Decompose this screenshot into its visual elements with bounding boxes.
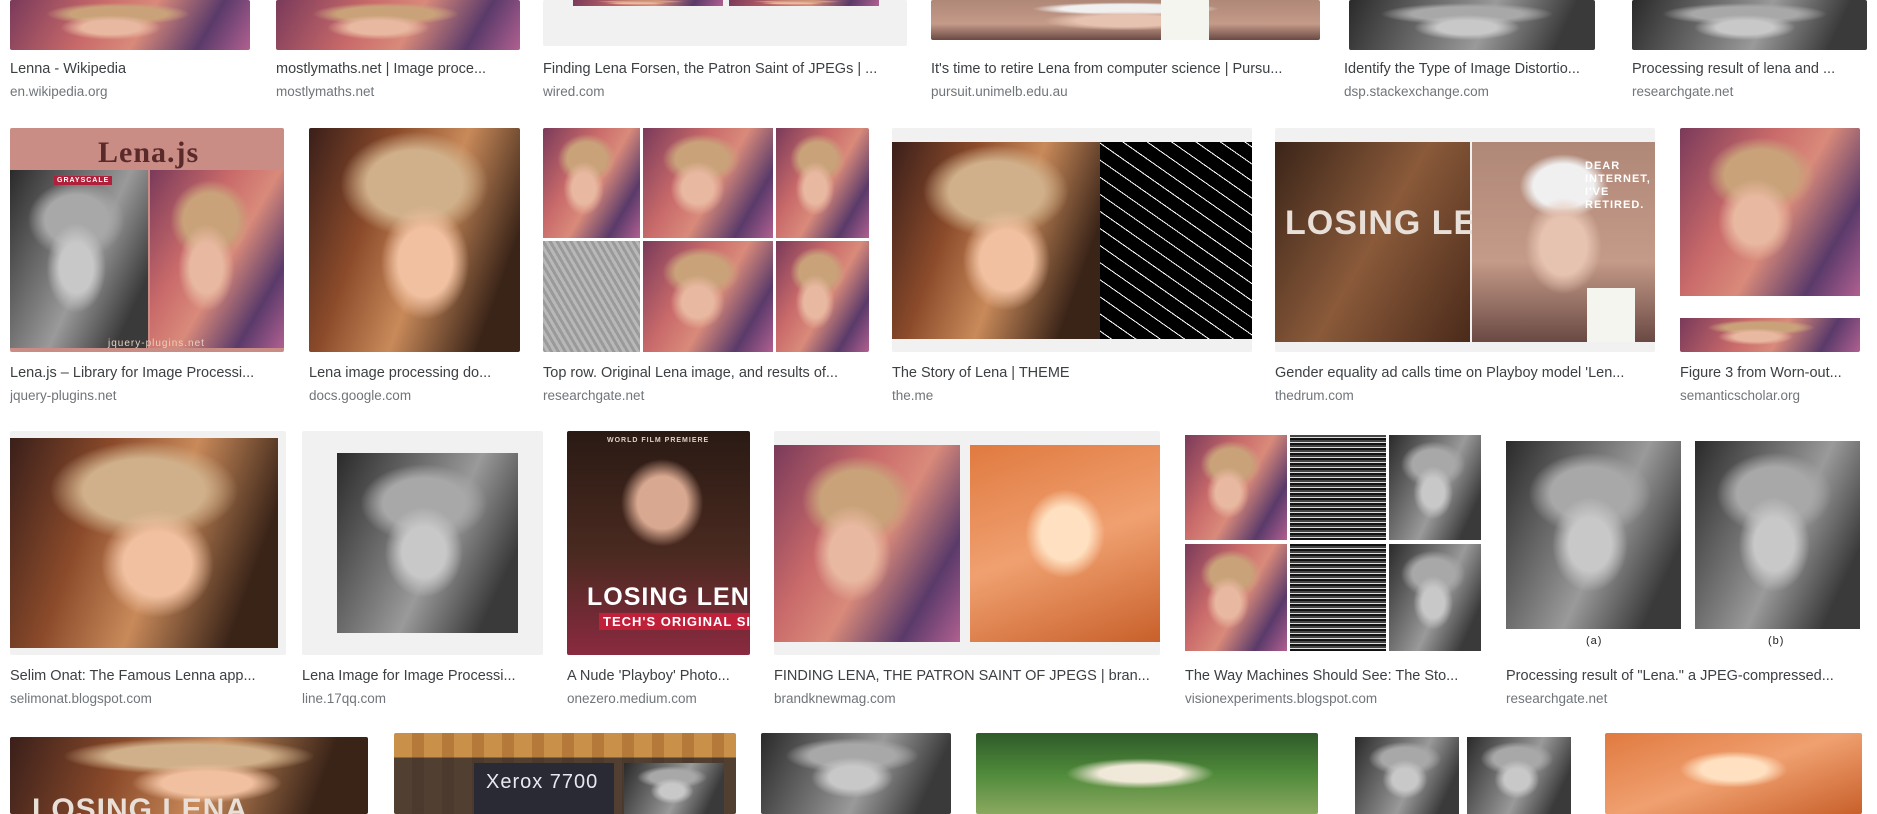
result-title[interactable]: mostlymaths.net | Image proce...: [276, 60, 520, 78]
result-thumbnail[interactable]: [309, 128, 520, 352]
result-thumbnail[interactable]: [543, 0, 907, 46]
thumbnail-overlay-text: LOSING LENA: [32, 793, 249, 814]
result-thumbnail[interactable]: [774, 431, 1160, 655]
result-tile[interactable]: Finding Lena Forsen, the Patron Saint of…: [543, 0, 907, 100]
result-title[interactable]: It's time to retire Lena from computer s…: [931, 60, 1320, 78]
result-title[interactable]: FINDING LENA, THE PATRON SAINT OF JPEGS …: [774, 667, 1160, 685]
result-tile[interactable]: LOSING LENA DEAR INTERNET, I'VE RETIRED.…: [1275, 128, 1655, 408]
result-source[interactable]: researchgate.net: [1632, 83, 1867, 100]
result-tile[interactable]: [1343, 733, 1579, 814]
thumbnail-overlay-text: Xerox 7700: [486, 771, 599, 793]
result-thumbnail[interactable]: [1185, 431, 1481, 655]
result-tile[interactable]: FINDING LENA, THE PATRON SAINT OF JPEGS …: [774, 431, 1160, 711]
result-tile[interactable]: LOSING LENA: [10, 733, 370, 814]
result-thumbnail[interactable]: [931, 0, 1320, 40]
result-title[interactable]: Finding Lena Forsen, the Patron Saint of…: [543, 60, 907, 78]
result-tile[interactable]: Lena.js GRAYSCALE jquery-plugins.net Len…: [10, 128, 286, 408]
thumbnail-overlay-main: LOSING LENA: [587, 583, 750, 611]
result-title[interactable]: Figure 3 from Worn-out...: [1680, 364, 1860, 382]
result-title[interactable]: Selim Onat: The Famous Lenna app...: [10, 667, 286, 685]
result-tile[interactable]: [761, 733, 951, 814]
result-tile[interactable]: The Way Machines Should See: The Sto... …: [1185, 431, 1481, 711]
result-thumbnail[interactable]: [543, 128, 869, 352]
result-title[interactable]: Lena image processing do...: [309, 364, 520, 382]
thumbnail-overlay-side: DEAR INTERNET, I'VE RETIRED.: [1585, 160, 1651, 211]
result-source[interactable]: line.17qq.com: [302, 690, 543, 707]
result-title[interactable]: The Way Machines Should See: The Sto...: [1185, 667, 1481, 685]
result-tile[interactable]: Xerox 7700: [394, 733, 736, 814]
result-thumbnail[interactable]: [761, 733, 951, 814]
thumbnail-overlay-top: WORLD FILM PREMIERE: [607, 437, 710, 444]
thumbnail-overlay-footer: jquery-plugins.net: [108, 338, 205, 349]
result-title[interactable]: Processing result of "Lena." a JPEG-comp…: [1506, 667, 1860, 685]
result-source[interactable]: researchgate.net: [543, 387, 869, 404]
result-source[interactable]: mostlymaths.net: [276, 83, 520, 100]
result-source[interactable]: en.wikipedia.org: [10, 83, 250, 100]
result-thumbnail[interactable]: (a) (b): [1506, 431, 1860, 655]
result-tile[interactable]: [1605, 733, 1862, 814]
result-tile[interactable]: Processing result of lena and ... resear…: [1632, 0, 1867, 100]
result-tile[interactable]: Figure 3 from Worn-out... semanticschola…: [1680, 128, 1860, 408]
result-title[interactable]: Identify the Type of Image Distortio...: [1344, 60, 1598, 78]
result-title[interactable]: Gender equality ad calls time on Playboy…: [1275, 364, 1655, 382]
result-thumbnail[interactable]: [276, 0, 520, 50]
result-tile[interactable]: Identify the Type of Image Distortio... …: [1344, 0, 1598, 100]
thumbnail-overlay-sub: TECH'S ORIGINAL SIN: [599, 613, 750, 630]
result-thumbnail[interactable]: [892, 128, 1252, 352]
result-source[interactable]: visionexperiments.blogspot.com: [1185, 690, 1481, 707]
result-source[interactable]: selimonat.blogspot.com: [10, 690, 286, 707]
result-tile[interactable]: Selim Onat: The Famous Lenna app... seli…: [10, 431, 286, 711]
result-tile[interactable]: It's time to retire Lena from computer s…: [931, 0, 1320, 100]
result-thumbnail[interactable]: WORLD FILM PREMIERE LOSING LENA TECH'S O…: [567, 431, 750, 655]
result-tile[interactable]: Top row. Original Lena image, and result…: [543, 128, 869, 408]
result-source[interactable]: the.me: [892, 387, 1252, 404]
result-title[interactable]: The Story of Lena | THEME: [892, 364, 1252, 382]
result-title[interactable]: Processing result of lena and ...: [1632, 60, 1867, 78]
result-thumbnail[interactable]: [10, 431, 286, 655]
result-thumbnail[interactable]: [10, 0, 250, 50]
result-thumbnail[interactable]: [976, 733, 1318, 814]
result-tile[interactable]: Lena Image for Image Processi... line.17…: [302, 431, 543, 711]
result-source[interactable]: dsp.stackexchange.com: [1344, 83, 1598, 100]
result-thumbnail[interactable]: [302, 431, 543, 655]
result-thumbnail[interactable]: LOSING LENA: [10, 737, 368, 814]
result-tile[interactable]: mostlymaths.net | Image proce... mostlym…: [276, 0, 520, 100]
result-title[interactable]: Lenna - Wikipedia: [10, 60, 250, 78]
result-thumbnail[interactable]: [1632, 0, 1867, 50]
result-thumbnail[interactable]: Lena.js GRAYSCALE jquery-plugins.net: [10, 128, 284, 352]
result-tile[interactable]: Lena image processing do... docs.google.…: [309, 128, 520, 408]
result-title[interactable]: Lena.js – Library for Image Processi...: [10, 364, 286, 382]
result-title[interactable]: Top row. Original Lena image, and result…: [543, 364, 869, 382]
result-source[interactable]: pursuit.unimelb.edu.au: [931, 83, 1320, 100]
result-source[interactable]: onezero.medium.com: [567, 690, 750, 707]
result-source[interactable]: jquery-plugins.net: [10, 387, 286, 404]
thumbnail-overlay-title: Lena.js: [98, 136, 200, 169]
result-thumbnail[interactable]: [1349, 0, 1595, 50]
result-tile[interactable]: Lenna - Wikipedia en.wikipedia.org: [10, 0, 250, 100]
thumbnail-overlay-badge: GRAYSCALE: [54, 176, 113, 185]
result-thumbnail[interactable]: [1605, 733, 1862, 814]
result-source[interactable]: docs.google.com: [309, 387, 520, 404]
result-tile[interactable]: WORLD FILM PREMIERE LOSING LENA TECH'S O…: [567, 431, 750, 711]
result-source[interactable]: semanticscholar.org: [1680, 387, 1860, 404]
result-source[interactable]: researchgate.net: [1506, 690, 1860, 707]
result-tile[interactable]: The Story of Lena | THEME the.me: [892, 128, 1252, 408]
result-source[interactable]: brandknewmag.com: [774, 690, 1160, 707]
result-source[interactable]: thedrum.com: [1275, 387, 1655, 404]
result-title[interactable]: A Nude 'Playboy' Photo...: [567, 667, 750, 685]
thumbnail-label-a: (a): [1586, 635, 1603, 647]
result-thumbnail[interactable]: [1680, 128, 1860, 352]
result-tile[interactable]: (a) (b) Processing result of "Lena." a J…: [1506, 431, 1860, 711]
result-tile[interactable]: [976, 733, 1318, 814]
result-thumbnail[interactable]: LOSING LENA DEAR INTERNET, I'VE RETIRED.: [1275, 128, 1655, 352]
result-thumbnail[interactable]: Xerox 7700: [394, 733, 736, 814]
result-source[interactable]: wired.com: [543, 83, 907, 100]
result-title[interactable]: Lena Image for Image Processi...: [302, 667, 543, 685]
result-thumbnail[interactable]: [1343, 733, 1579, 814]
thumbnail-label-b: (b): [1768, 635, 1785, 647]
